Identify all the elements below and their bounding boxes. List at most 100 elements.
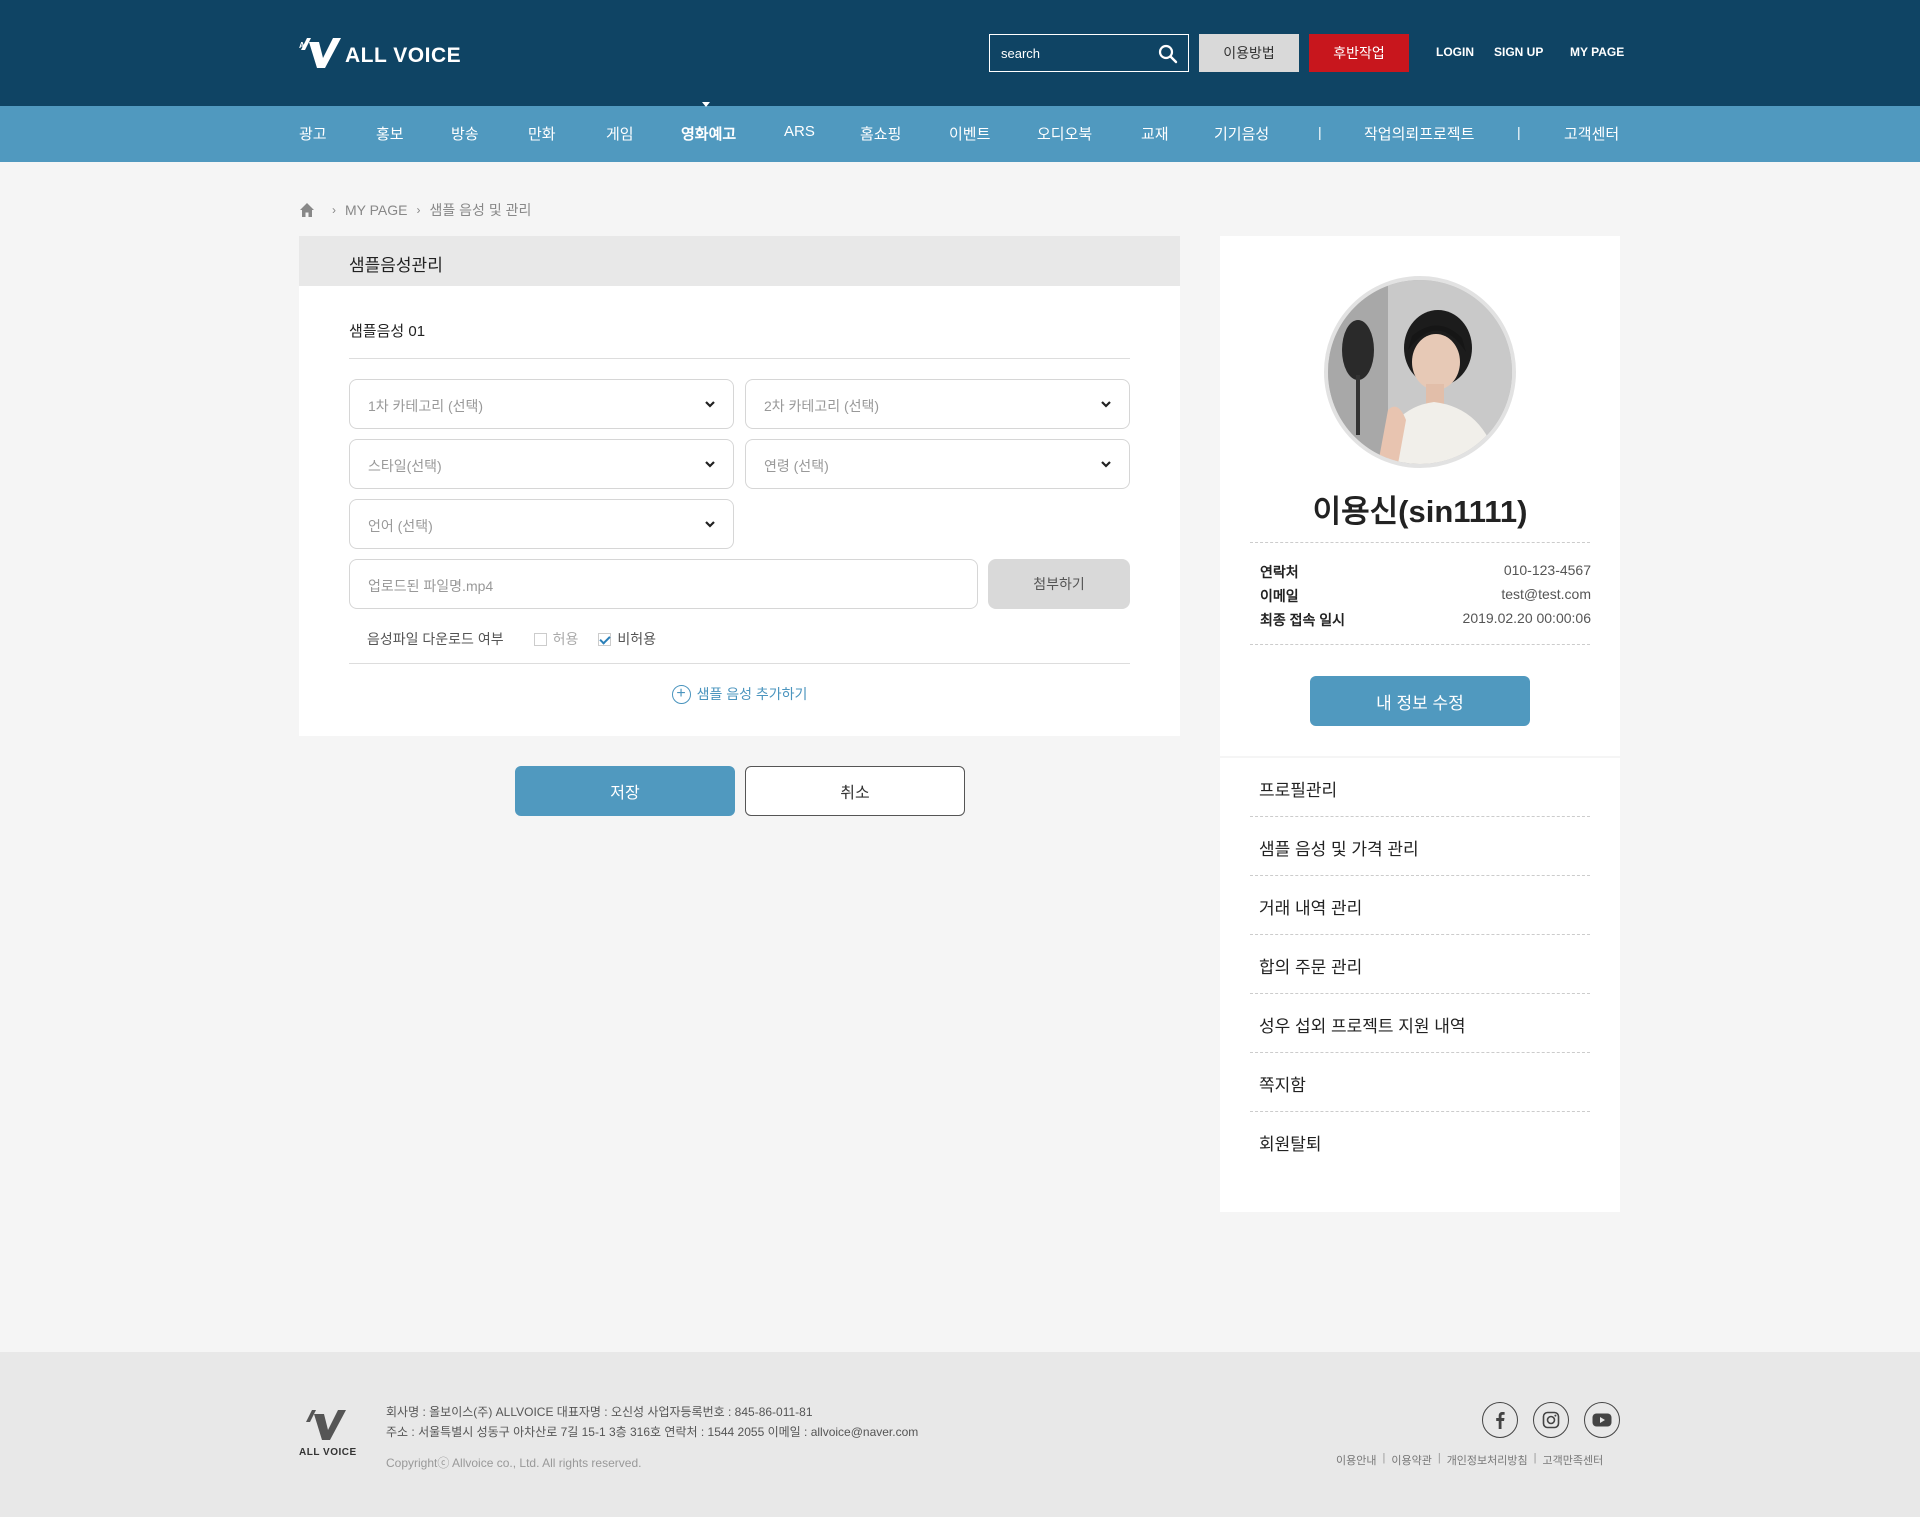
menu-item-transactions[interactable]: 거래 내역 관리 (1250, 876, 1590, 935)
company-info: 회사명 : 올보이스(주) ALLVOICE 대표자명 : 오신성 사업자등록번… (386, 1402, 918, 1442)
age-placeholder: 연령 (선택) (764, 458, 829, 474)
footer-link-guide[interactable]: 이용안내 (1336, 1452, 1376, 1468)
footer-links: 이용안내 | 이용약관 | 개인정보처리방침 | 고객만족센터 (1336, 1452, 1603, 1468)
nav-item-comic[interactable]: 만화 (528, 123, 556, 144)
divider (349, 663, 1130, 664)
menu-item-project-applications[interactable]: 성우 섭외 프로젝트 지원 내역 (1250, 994, 1590, 1053)
nav-item-ars[interactable]: ARS (784, 123, 815, 140)
nav-item-device-voice[interactable]: 기기음성 (1214, 123, 1269, 144)
chevron-down-icon (1101, 401, 1111, 408)
company-info-line1: 회사명 : 올보이스(주) ALLVOICE 대표자명 : 오신성 사업자등록번… (386, 1405, 813, 1419)
last-login-label: 최종 접속 일시 (1260, 612, 1346, 628)
menu-item-label: 회원탈퇴 (1259, 1135, 1322, 1154)
divider (1250, 644, 1590, 645)
footer-logo-text: ALL VOICE (299, 1447, 357, 1458)
footer-link-satisfaction[interactable]: 고객만족센터 (1543, 1452, 1604, 1468)
footer-link-terms[interactable]: 이용약관 (1391, 1452, 1431, 1468)
menu-item-sample-price[interactable]: 샘플 음성 및 가격 관리 (1250, 817, 1590, 876)
nav-item-event[interactable]: 이벤트 (949, 123, 990, 144)
language-placeholder: 언어 (선택) (368, 518, 433, 534)
footer: ALL VOICE 회사명 : 올보이스(주) ALLVOICE 대표자명 : … (0, 1352, 1920, 1517)
panel-header: 샘플음성관리 (299, 236, 1180, 286)
sample-title: 샘플음성 01 (349, 323, 426, 340)
sample-voice-form: 샘플음성 01 1차 카테고리 (선택) 2차 카테고리 (선택) 스타일(선택… (299, 286, 1180, 736)
footer-logo: ALL VOICE (299, 1408, 359, 1458)
edit-profile-button[interactable]: 내 정보 수정 (1310, 676, 1530, 726)
category1-select[interactable]: 1차 카테고리 (선택) (349, 379, 734, 429)
nav-item-project-request[interactable]: 작업의뢰프로젝트 (1364, 123, 1474, 144)
menu-item-messages[interactable]: 쪽지함 (1250, 1053, 1590, 1112)
last-login-row: 최종 접속 일시 2019.02.20 00:00:06 (1260, 610, 1591, 630)
nav-separator: | (1517, 124, 1521, 140)
age-select[interactable]: 연령 (선택) (745, 439, 1130, 489)
site-logo[interactable]: A ALL VOICE (299, 36, 461, 70)
footer-logo-mark-icon (306, 1410, 346, 1440)
plus-circle-icon: + (671, 684, 691, 704)
nav-item-promo[interactable]: 홍보 (376, 123, 404, 144)
nav-item-ad[interactable]: 광고 (299, 123, 327, 144)
svg-text:A: A (299, 41, 305, 50)
menu-item-label: 성우 섭외 프로젝트 지원 내역 (1259, 1017, 1466, 1036)
nav-separator: | (1318, 124, 1322, 140)
nav-item-game[interactable]: 게임 (606, 123, 634, 144)
category2-select[interactable]: 2차 카테고리 (선택) (745, 379, 1130, 429)
nav-item-broadcast[interactable]: 방송 (451, 123, 479, 144)
save-button[interactable]: 저장 (515, 766, 735, 816)
attach-button[interactable]: 첨부하기 (988, 559, 1130, 609)
nav-item-textbook[interactable]: 교재 (1141, 123, 1169, 144)
instagram-icon[interactable] (1533, 1402, 1569, 1438)
deny-label: 비허용 (617, 631, 656, 647)
menu-item-label: 쪽지함 (1259, 1076, 1306, 1095)
chevron-down-icon (705, 521, 715, 528)
add-sample-link[interactable]: + 샘플 음성 추가하기 (299, 684, 1180, 704)
chevron-right-icon: › (416, 203, 421, 217)
language-select[interactable]: 언어 (선택) (349, 499, 734, 549)
company-info-line2: 주소 : 서울특별시 성동구 아차산로 7길 15-1 3층 316호 연락처 … (386, 1425, 919, 1439)
footer-link-separator: | (1437, 1452, 1441, 1464)
guide-button[interactable]: 이용방법 (1199, 34, 1299, 72)
download-permission-label: 음성파일 다운로드 여부 (367, 631, 504, 647)
menu-item-label: 샘플 음성 및 가격 관리 (1259, 840, 1419, 859)
avatar (1324, 276, 1516, 468)
menu-item-label: 프로필관리 (1259, 781, 1338, 800)
footer-link-privacy[interactable]: 개인정보처리방침 (1447, 1452, 1528, 1468)
allow-label: 허용 (552, 631, 579, 647)
home-icon[interactable] (299, 202, 315, 218)
search-icon[interactable] (1158, 44, 1178, 64)
deny-checkbox[interactable] (598, 632, 612, 646)
facebook-icon[interactable] (1482, 1402, 1518, 1438)
email-value: test@test.com (1501, 586, 1591, 602)
main-nav: 광고 홍보 방송 만화 게임 영화예고 ARS 홈쇼핑 이벤트 오디오북 교재 … (0, 106, 1920, 162)
panel-title: 샘플음성관리 (349, 256, 443, 275)
allow-checkbox[interactable] (533, 632, 547, 646)
style-select[interactable]: 스타일(선택) (349, 439, 734, 489)
nav-item-audiobook[interactable]: 오디오북 (1037, 123, 1092, 144)
menu-item-withdraw[interactable]: 회원탈퇴 (1250, 1112, 1590, 1171)
category1-placeholder: 1차 카테고리 (선택) (368, 398, 484, 414)
search-input[interactable] (990, 35, 1150, 71)
login-link[interactable]: LOGIN (1436, 45, 1494, 59)
youtube-icon[interactable] (1584, 1402, 1620, 1438)
deny-option[interactable]: 비허용 (598, 629, 656, 649)
nav-item-customer-center[interactable]: 고객센터 (1564, 123, 1619, 144)
nav-item-homeshopping[interactable]: 홈쇼핑 (860, 123, 901, 144)
cancel-button[interactable]: 취소 (745, 766, 965, 816)
post-production-button[interactable]: 후반작업 (1309, 34, 1409, 72)
chevron-down-icon (1101, 461, 1111, 468)
footer-link-separator: | (1382, 1452, 1386, 1464)
chevron-down-icon (705, 401, 715, 408)
footer-link-separator: | (1533, 1452, 1537, 1464)
allow-option[interactable]: 허용 (533, 629, 579, 649)
profile-card: 이용신(sin1111) 연락처 010-123-4567 이메일 test@t… (1220, 236, 1620, 756)
menu-item-profile[interactable]: 프로필관리 (1250, 758, 1590, 817)
mypage-menu: 프로필관리 샘플 음성 및 가격 관리 거래 내역 관리 합의 주문 관리 성우… (1220, 758, 1620, 1212)
nav-item-movie-trailer[interactable]: 영화예고 (681, 123, 736, 144)
file-name-field[interactable]: 업로드된 파일명.mp4 (349, 559, 978, 609)
signup-link[interactable]: SIGN UP (1494, 45, 1570, 59)
top-header: A ALL VOICE 이용방법 후반작업 LOGIN SIGN UP MY P… (0, 0, 1920, 106)
breadcrumb-mypage[interactable]: MY PAGE (345, 202, 408, 218)
mypage-link[interactable]: MY PAGE (1570, 45, 1624, 59)
menu-item-agreed-orders[interactable]: 합의 주문 관리 (1250, 935, 1590, 994)
menu-item-label: 거래 내역 관리 (1259, 899, 1363, 918)
breadcrumb: › MY PAGE › 샘플 음성 및 관리 (299, 200, 531, 220)
